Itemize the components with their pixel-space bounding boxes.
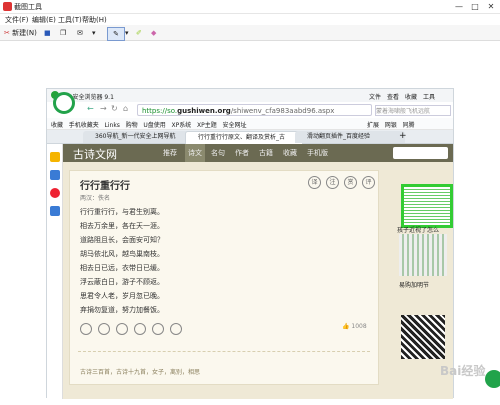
- site-logo[interactable]: 古诗文网: [73, 146, 117, 162]
- toolbar: ✂ 新建(N) ■ ❐ ✉ ▾ ✎ ▾ ✐ ◆: [0, 25, 500, 41]
- poem-line: 行行重行行，与君生别离。: [80, 208, 164, 216]
- extensions-area: 扩展 网银 同腾: [367, 122, 415, 129]
- home-icon[interactable]: ⌂: [123, 104, 128, 113]
- favorites-list: 收藏 手机收藏夹 Links 购物 U盘使用 XP系统 XP主题 安全网址: [51, 122, 247, 129]
- qr-code: [401, 315, 445, 359]
- poem-line: 浮云蔽白日，游子不顾返。: [80, 278, 164, 286]
- poem-line: 相去万余里，各在天一涯。: [80, 222, 164, 230]
- watermark: Bai经验: [440, 364, 486, 378]
- tab-360-nav[interactable]: 360导航_新一代安全上网导航: [83, 131, 193, 143]
- back-icon[interactable]: ←: [87, 104, 94, 113]
- right-ads: 孩子近视了怎么 易购加明节: [397, 168, 453, 368]
- poem-line: 弃捐勿复道，努力加餐饭。: [80, 306, 164, 314]
- scissors-app-icon: [3, 2, 12, 11]
- audio-icon[interactable]: [134, 323, 146, 335]
- scissors-icon: ✂: [4, 29, 10, 37]
- nav-recommend[interactable]: 推荐: [163, 148, 177, 158]
- eraser-icon[interactable]: ◆: [151, 27, 156, 39]
- tab-strip: 360导航_新一代安全上网导航 行行重行行原文、翻译及赏析_古 滑动翻页插件_百…: [47, 130, 453, 144]
- close-button[interactable]: ✕: [484, 1, 498, 12]
- menu-help[interactable]: 帮助(H): [82, 15, 107, 25]
- translate-button[interactable]: 译: [308, 176, 321, 189]
- thumbs-up-icon: 👍: [342, 323, 350, 330]
- nav-authors[interactable]: 作者: [235, 148, 249, 158]
- heart-icon[interactable]: [80, 323, 92, 335]
- comment-button[interactable]: 评: [362, 176, 375, 189]
- appreciate-button[interactable]: 赏: [344, 176, 357, 189]
- send-mail-icon[interactable]: ✉: [77, 27, 83, 39]
- ad-banner[interactable]: [401, 184, 453, 228]
- copy-icon[interactable]: [98, 323, 110, 335]
- grid-icon[interactable]: [50, 206, 60, 216]
- nav-poems-active[interactable]: 诗文: [185, 144, 205, 162]
- highlighter-icon[interactable]: ✐: [136, 27, 142, 39]
- search-input[interactable]: 蒙着海啸般飞机远航: [375, 105, 451, 116]
- nav-mobile[interactable]: 手机版: [307, 148, 328, 158]
- nav-quotes[interactable]: 名句: [211, 148, 225, 158]
- notes-button[interactable]: 注: [326, 176, 339, 189]
- save-icon[interactable]: ■: [44, 27, 51, 39]
- chevron-down-icon[interactable]: ▾: [125, 27, 129, 39]
- browser-navbar: ← → ↻ ⌂ https://so.gushiwen.org/shiwenv_…: [47, 92, 453, 118]
- tab-poem-active[interactable]: 行行重行行原文、翻译及赏析_古: [185, 131, 303, 144]
- poem-line: 思君令人老，岁月忽已晚。: [80, 292, 164, 300]
- nav-classics[interactable]: 古籍: [259, 148, 273, 158]
- weibo-icon[interactable]: [50, 188, 60, 198]
- poem-line: 道路阻且长，会面安可知？: [80, 236, 164, 244]
- window-title: 截图工具: [14, 3, 42, 11]
- new-snip-button[interactable]: ✂ 新建(N): [4, 27, 37, 39]
- address-bar[interactable]: https://so.gushiwen.org/shiwenv_cfa983aa…: [137, 104, 372, 116]
- poem-title: 行行重行行: [80, 181, 130, 192]
- ad-caption[interactable]: 孩子近视了怎么: [397, 225, 439, 234]
- poem-tags[interactable]: 古诗三百首，古诗十九首，女子，离别，相思: [80, 367, 200, 376]
- browser-titlebar: 360安全浏览器 9.1 文件 查看 收藏 工具: [47, 89, 453, 102]
- list-icon[interactable]: [50, 170, 60, 180]
- wifi-icon: [485, 370, 500, 388]
- browser-menu-view[interactable]: 查看: [387, 92, 399, 101]
- chevron-down-icon[interactable]: ▾: [92, 27, 96, 39]
- poem-line: 胡马依北风，越鸟巢南枝。: [80, 250, 164, 258]
- ad-caption-2[interactable]: 易购加明节: [399, 280, 429, 289]
- pen-icon[interactable]: ✎: [107, 27, 125, 41]
- menu-tools[interactable]: 工具(T): [58, 15, 82, 25]
- browser-menu-tools[interactable]: 工具: [423, 92, 435, 101]
- 360-logo-icon: [53, 92, 75, 114]
- poem-card: 行行重行行 两汉：佚名 译 注 赏 评 行行重行行，与君生别离。 相去万余里，各…: [69, 170, 379, 385]
- speech-icon[interactable]: [116, 323, 128, 335]
- browser-screenshot: 360安全浏览器 9.1 文件 查看 收藏 工具 ← → ↻ ⌂ https:/…: [46, 88, 454, 399]
- tab-baidu[interactable]: 滑动翻页插件_百度经验: [295, 131, 405, 143]
- favorites-bar: 收藏 手机收藏夹 Links 购物 U盘使用 XP系统 XP主题 安全网址 扩展…: [47, 118, 453, 130]
- web-content: 古诗文网 推荐 诗文 名句 作者 古籍 收藏 手机版 行行重行行 两汉：佚名 译…: [47, 144, 453, 399]
- refresh-icon[interactable]: ↻: [111, 104, 118, 113]
- menu-edit[interactable]: 编辑(E): [32, 15, 56, 25]
- poem-author[interactable]: 两汉：佚名: [80, 193, 110, 202]
- forward-icon[interactable]: →: [100, 104, 107, 113]
- new-tab-button[interactable]: +: [399, 131, 407, 141]
- nav-favorites[interactable]: 收藏: [283, 148, 297, 158]
- maximize-button[interactable]: □: [468, 1, 482, 12]
- browser-menu-fav[interactable]: 收藏: [405, 92, 417, 101]
- star-icon[interactable]: [50, 152, 60, 162]
- divider: [78, 351, 370, 352]
- site-search-input[interactable]: [393, 147, 448, 159]
- minimize-button[interactable]: —: [452, 1, 466, 12]
- browser-menu-file[interactable]: 文件: [369, 92, 381, 101]
- edit-icon[interactable]: [152, 323, 164, 335]
- copy-icon[interactable]: ❐: [60, 27, 66, 39]
- browser-sidebar: [47, 144, 63, 399]
- window-titlebar: 截图工具 — □ ✕: [0, 0, 500, 14]
- likes-count[interactable]: 👍 1008: [342, 323, 367, 330]
- ad-image[interactable]: [399, 234, 447, 276]
- site-nav: 古诗文网 推荐 诗文 名句 作者 古籍 收藏 手机版: [63, 144, 453, 162]
- menu-file[interactable]: 文件(F): [5, 15, 29, 25]
- poem-line: 相去日已远，衣带日已缓。: [80, 264, 164, 272]
- menu-bar: 文件(F) 编辑(E) 工具(T) 帮助(H): [0, 14, 500, 25]
- error-report-icon[interactable]: [170, 323, 182, 335]
